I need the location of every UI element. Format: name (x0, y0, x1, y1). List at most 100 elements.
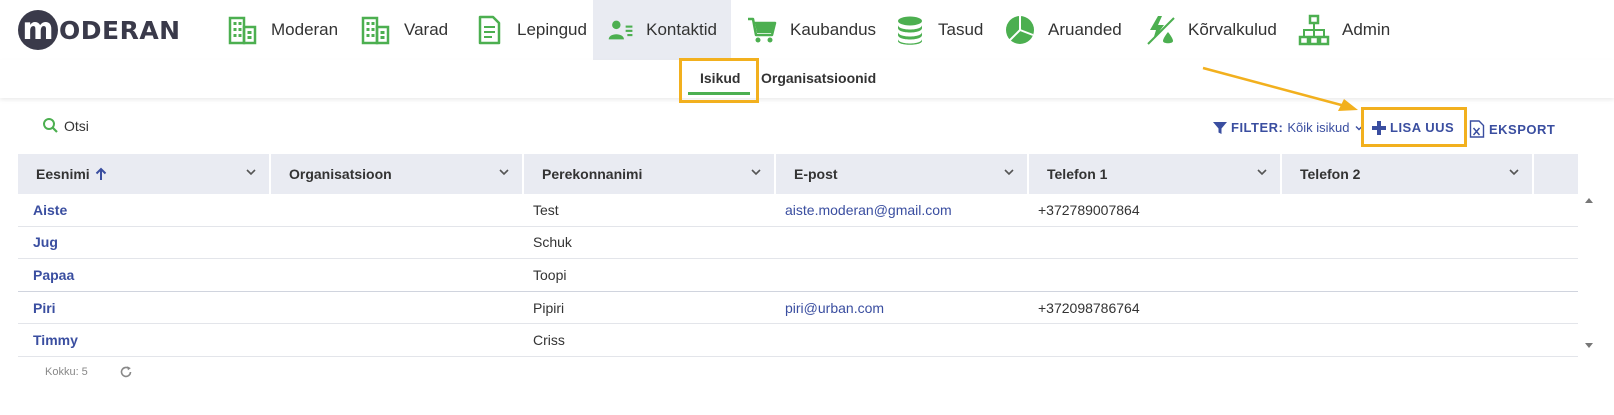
table-row[interactable]: Aiste Test aiste.moderan@gmail.com +3727… (18, 194, 1578, 227)
cell-organization (271, 227, 524, 259)
column-header-perekonnanimi[interactable]: Perekonnanimi (524, 154, 776, 194)
column-header-eesnimi[interactable]: Eesnimi (18, 154, 271, 194)
filter-icon (1213, 121, 1227, 134)
coins-icon (898, 16, 922, 45)
cell-phone-2 (1282, 324, 1534, 356)
document-icon (478, 15, 501, 45)
filter-dropdown[interactable]: FILTER: Kõik isikud (1213, 120, 1364, 135)
cell-organization (271, 292, 524, 324)
logo-text: ODERAN (59, 15, 181, 45)
nav-label: Varad (404, 20, 449, 39)
table-row[interactable]: Timmy Criss (18, 324, 1578, 357)
column-label: E-post (794, 166, 838, 182)
chevron-down-icon[interactable] (245, 166, 257, 178)
excel-file-icon (1469, 120, 1485, 138)
cell-phone-1: +372789007864 (1038, 201, 1140, 218)
export-button[interactable]: EKSPORT (1469, 120, 1555, 138)
cell-organization (271, 194, 524, 226)
cell-email[interactable]: aiste.moderan@gmail.com (776, 194, 1029, 226)
active-tab-underline (688, 92, 750, 95)
table-row[interactable]: Papaa Toopi (18, 259, 1578, 292)
column-header-organisatsioon[interactable]: Organisatsioon (271, 154, 524, 194)
column-label: Eesnimi (36, 166, 90, 182)
nav-item-lepingud[interactable]: Lepingud (459, 0, 601, 60)
nav-item-kontaktid[interactable]: Kontaktid (593, 0, 731, 60)
add-new-label: LISA UUS (1390, 120, 1455, 135)
cell-first-name[interactable]: Jug (18, 227, 271, 259)
logo-mark: m (18, 10, 58, 50)
table-row[interactable]: Jug Schuk (18, 227, 1578, 260)
cell-phone-1 (1029, 259, 1282, 291)
chevron-down-icon[interactable] (1256, 166, 1268, 178)
column-header-e-post[interactable]: E-post (776, 154, 1029, 194)
cell-email[interactable] (776, 259, 1029, 291)
scroll-up-icon[interactable] (1584, 196, 1594, 204)
nav-label: Tasud (938, 20, 984, 39)
contacts-icon (608, 20, 633, 40)
nav-item-moderan[interactable]: Moderan (213, 0, 352, 60)
cell-first-name[interactable]: Timmy (18, 324, 271, 356)
tab-isikud[interactable]: Isikud (700, 70, 740, 86)
table-row[interactable]: Piri Pipiri piri@urban.com +372098786764 (18, 292, 1578, 325)
nav-item-varad[interactable]: Varad (346, 0, 462, 60)
sort-ascending-icon[interactable] (94, 167, 108, 181)
column-header-telefon-1[interactable]: Telefon 1 (1029, 154, 1282, 194)
cell-email[interactable] (776, 227, 1029, 259)
nav-label: Kontaktid (646, 20, 717, 39)
cell-last-name: Test (533, 201, 559, 218)
cell-phone-2 (1282, 194, 1534, 226)
nav-item-admin[interactable]: Admin (1284, 0, 1404, 60)
add-new-button[interactable]: LISA UUS (1372, 120, 1454, 135)
top-navigation: m ODERAN Moderan Varad Lepingud Kontakti… (0, 0, 1614, 60)
nav-item-tasud[interactable]: Tasud (880, 0, 997, 60)
cell-last-name: Toopi (533, 266, 567, 283)
tab-organisatsioonid[interactable]: Organisatsioonid (761, 70, 876, 86)
utility-icon (1147, 16, 1175, 45)
cell-phone-1: +372098786764 (1038, 299, 1140, 316)
total-count: Kokku: 5 (45, 366, 88, 378)
cell-email[interactable] (776, 324, 1029, 356)
cell-first-name[interactable]: Aiste (18, 194, 271, 226)
nav-label: Admin (1342, 20, 1391, 39)
moderan-logo[interactable]: m ODERAN (18, 9, 181, 51)
subtab-bar: Isikud Organisatsioonid (0, 60, 1614, 98)
cart-icon (748, 17, 777, 43)
column-label: Organisatsioon (289, 166, 392, 182)
table-header: Eesnimi Organisatsioon Perekonnanimi E-p… (18, 154, 1578, 194)
cell-first-name[interactable]: Papaa (18, 259, 271, 291)
cell-phone-2 (1282, 292, 1534, 324)
chevron-down-icon (1355, 125, 1362, 130)
nav-item-aruanded[interactable]: Aruanded (990, 0, 1136, 60)
refresh-icon[interactable] (119, 365, 133, 379)
chevron-down-icon[interactable] (1003, 166, 1015, 178)
cell-phone-2 (1282, 227, 1534, 259)
cell-phone-2 (1282, 259, 1534, 291)
cell-organization (271, 324, 524, 356)
nav-item-kaubandus[interactable]: Kaubandus (732, 0, 890, 60)
cell-last-name: Schuk (533, 234, 572, 251)
column-label: Telefon 1 (1047, 166, 1108, 182)
search-icon (43, 118, 58, 133)
cell-email[interactable]: piri@urban.com (776, 292, 1029, 324)
building-icon (228, 16, 257, 45)
nav-label: Kaubandus (790, 20, 877, 39)
cell-last-name: Criss (533, 332, 565, 349)
chevron-down-icon[interactable] (1508, 166, 1520, 178)
export-label: EKSPORT (1489, 121, 1556, 137)
column-label: Telefon 2 (1300, 166, 1361, 182)
cell-phone-1 (1029, 227, 1282, 259)
cell-organization (271, 259, 524, 291)
plus-icon (1372, 120, 1386, 135)
table-body: Aiste Test aiste.moderan@gmail.com +3727… (18, 194, 1578, 357)
nav-label: Kõrvalkulud (1188, 20, 1277, 39)
cell-first-name[interactable]: Piri (18, 292, 271, 324)
chevron-down-icon[interactable] (498, 166, 510, 178)
nav-item-korvalkulud[interactable]: Kõrvalkulud (1130, 0, 1291, 60)
search-button[interactable]: Otsi (42, 117, 89, 135)
cell-phone-1 (1029, 324, 1282, 356)
filter-label: FILTER: (1231, 120, 1284, 135)
scroll-down-icon[interactable] (1584, 342, 1594, 350)
building-icon (361, 16, 390, 45)
column-header-telefon-2[interactable]: Telefon 2 (1282, 154, 1534, 194)
chevron-down-icon[interactable] (750, 166, 762, 178)
